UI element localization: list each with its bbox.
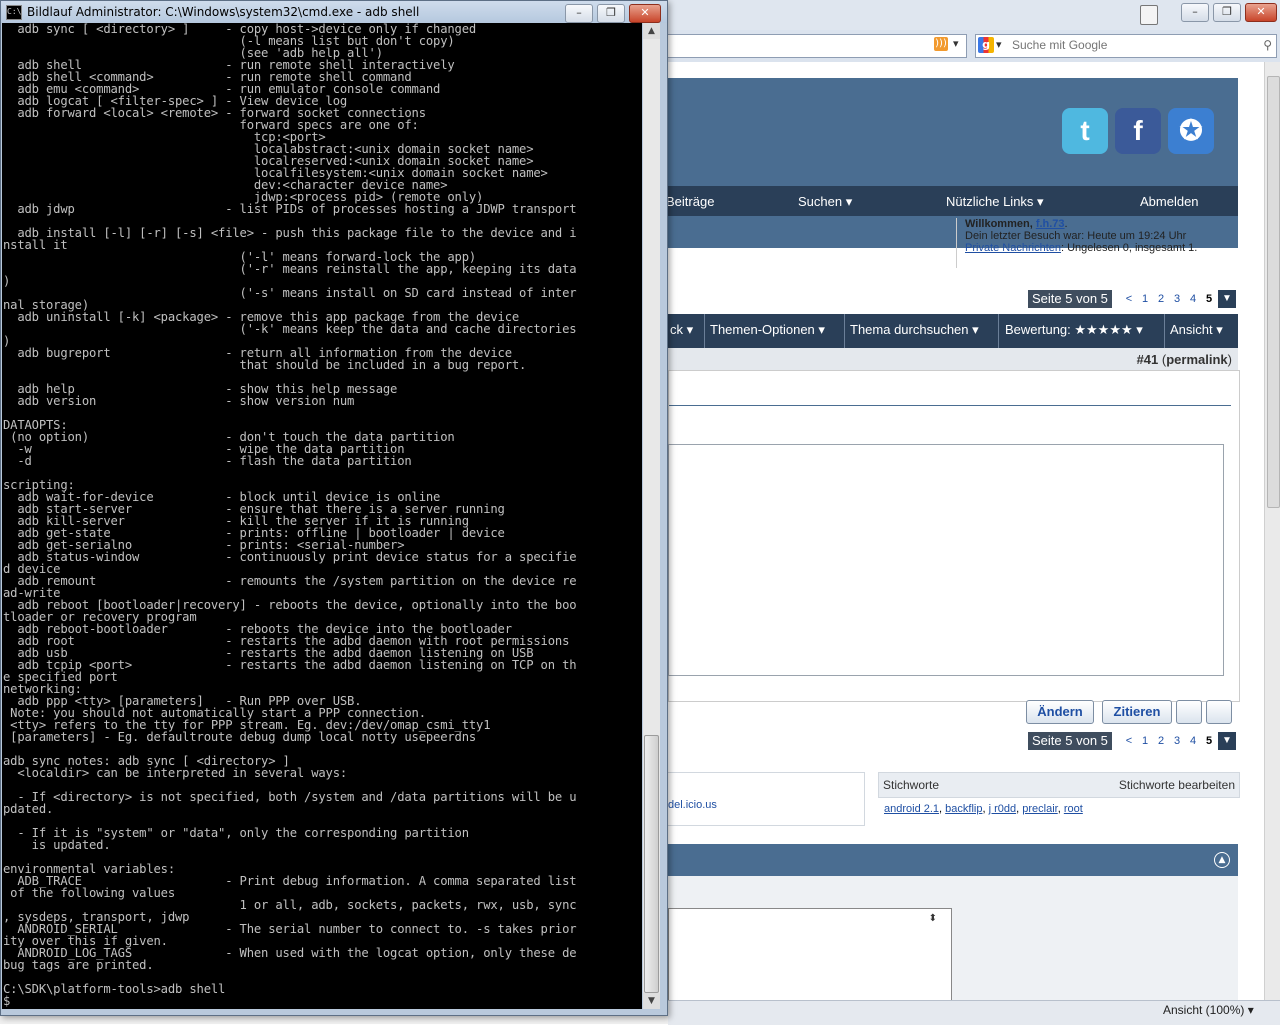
welcome-prefix: Willkommen, (965, 218, 1036, 230)
pager-prev[interactable]: < (1122, 734, 1136, 748)
cmd-titlebar[interactable]: C:\ Bildlauf Administrator: C:\Windows\s… (1, 1, 667, 23)
quick-reply-icon[interactable] (1206, 700, 1232, 724)
search-icon[interactable]: ⚲ (1263, 38, 1272, 52)
forum-nav-bar: Beiträge Suchen ▾ Nützliche Links ▾ Abme… (668, 186, 1238, 216)
pager-bottom: Seite 5 von 5 < 1 2 3 4 5 ▼ (1028, 732, 1238, 750)
quote-button[interactable]: Zitieren (1102, 700, 1172, 724)
thread-tool-search[interactable]: Thema durchsuchen ▾ (850, 322, 979, 338)
pager-page-5: 5 (1202, 292, 1216, 306)
browser-scrollbar-thumb[interactable] (1267, 76, 1280, 508)
welcome-suffix: . (1064, 218, 1068, 230)
pager-page-2[interactable]: 2 (1154, 734, 1168, 748)
google-icon[interactable]: g (978, 37, 994, 53)
rss-icon[interactable]: ))) (934, 37, 948, 51)
thread-tool-view[interactable]: Ansicht ▾ (1170, 322, 1223, 338)
zoom-control[interactable]: Ansicht (100%) ▾ (1163, 1003, 1254, 1017)
pager-menu-button[interactable]: ▼ (1218, 732, 1236, 750)
browser-minimize-button[interactable]: – (1181, 3, 1209, 22)
twitter-icon[interactable]: t (1062, 108, 1108, 154)
permalink-link[interactable]: permalink (1166, 352, 1227, 367)
pager-page-3[interactable]: 3 (1170, 292, 1184, 306)
tags-list: android 2.1, backflip, j r0dd, preclair,… (884, 803, 1083, 815)
forum-page: t f ✪ Beiträge Suchen ▾ Nützliche Links … (668, 62, 1264, 1000)
tag-link[interactable]: j r0dd (989, 803, 1017, 815)
pager-page-4[interactable]: 4 (1186, 292, 1200, 306)
browser-titlebar: – ❐ ✕ (668, 0, 1280, 30)
pager-page-2[interactable]: 2 (1154, 292, 1168, 306)
browser-scrollbar[interactable] (1264, 62, 1280, 1000)
cmd-close-button[interactable]: ✕ (629, 4, 661, 23)
tag-link[interactable]: backflip (945, 803, 982, 815)
private-messages-link[interactable]: Private Nachrichten (965, 242, 1061, 254)
thread-tool-options[interactable]: Themen-Optionen ▾ (710, 322, 825, 338)
pager-label: Seite 5 von 5 (1028, 290, 1112, 308)
quick-reply-box[interactable] (668, 444, 1224, 676)
pager-page-1[interactable]: 1 (1138, 734, 1152, 748)
social-bookmarks: del.icio.us (668, 772, 865, 826)
select-arrows-icon[interactable]: ⬍ (929, 913, 937, 924)
private-messages-status: : Ungelesen 0, insgesamt 1. (1061, 242, 1198, 254)
console-output[interactable]: adb sync [ <directory> ] - copy host->de… (2, 23, 642, 1009)
pager-page-3[interactable]: 3 (1170, 734, 1184, 748)
post-divider (669, 405, 1231, 406)
facebook-icon[interactable]: f (1115, 108, 1161, 154)
divider (844, 314, 845, 348)
pager-page-4[interactable]: 4 (1186, 734, 1200, 748)
username-link[interactable]: f.h.73 (1036, 218, 1065, 230)
tags-header: Stichworte Stichworte bearbeiten (878, 772, 1240, 798)
tag-link[interactable]: android 2.1 (884, 803, 939, 815)
browser-maximize-button[interactable]: ❐ (1213, 3, 1241, 22)
divider (704, 314, 705, 348)
multi-quote-icon[interactable] (1176, 700, 1202, 724)
scroll-up-icon[interactable]: ▲ (643, 23, 660, 39)
cmd-title: Bildlauf Administrator: C:\Windows\syste… (27, 5, 420, 19)
pager-top: Seite 5 von 5 < 1 2 3 4 5 ▼ (1028, 290, 1238, 308)
delicious-link[interactable]: del.icio.us (668, 799, 717, 811)
nav-suchen[interactable]: Suchen ▾ (798, 194, 852, 210)
search-engine-dropdown-icon[interactable]: ▾ (996, 38, 1002, 51)
post-number-wrap: #41 (permalink) (1136, 352, 1232, 367)
scroll-down-icon[interactable]: ▼ (643, 993, 660, 1009)
cmd-window: C:\ Bildlauf Administrator: C:\Windows\s… (0, 0, 668, 1016)
cmd-maximize-button[interactable]: ❐ (597, 4, 625, 23)
cmd-scrollbar[interactable]: ▲ ▼ (643, 23, 660, 1009)
pager-page-5: 5 (1202, 734, 1216, 748)
nav-nuetzliche-links[interactable]: Nützliche Links ▾ (946, 194, 1044, 210)
edit-button[interactable]: Ändern (1026, 700, 1094, 724)
nav-abmelden[interactable]: Abmelden (1140, 194, 1199, 209)
thread-tools-bar: ck ▾ Themen-Optionen ▾ Thema durchsuchen… (668, 314, 1238, 348)
thread-tool-rating[interactable]: Bewertung: ★★★★★ ▾ (1005, 322, 1143, 338)
section-header: ▲ (668, 844, 1238, 876)
tag-link[interactable]: preclair (1022, 803, 1057, 815)
address-bar[interactable] (668, 34, 967, 58)
cmd-scrollbar-thumb[interactable] (644, 735, 659, 993)
android-icon[interactable]: ✪ (1168, 108, 1214, 154)
tag-link[interactable]: root (1064, 803, 1083, 815)
last-visit-text: Dein letzter Besuch war: Heute um 19:24 … (965, 230, 1187, 242)
post-number: #41 (1136, 352, 1159, 367)
post-header: #41 (permalink) (668, 348, 1238, 370)
browser-close-button[interactable]: ✕ (1245, 3, 1277, 22)
pager-page-1[interactable]: 1 (1138, 292, 1152, 306)
pager-label: Seite 5 von 5 (1028, 732, 1112, 750)
select-list[interactable]: ⬍ (668, 908, 952, 1000)
cmd-minimize-button[interactable]: – (565, 4, 593, 23)
edit-tags-link[interactable]: Stichworte bearbeiten (1119, 778, 1235, 792)
nav-beitraege[interactable]: Beiträge (668, 194, 714, 209)
thread-tool-back[interactable]: ck ▾ (670, 322, 693, 338)
pager-menu-button[interactable]: ▼ (1218, 290, 1236, 308)
tags-title: Stichworte (883, 778, 940, 792)
pager-prev[interactable]: < (1122, 292, 1136, 306)
rss-dropdown-icon[interactable]: ▾ (953, 37, 959, 50)
collapse-icon[interactable]: ▲ (1214, 852, 1230, 868)
search-input[interactable] (1012, 37, 1242, 53)
search-bar[interactable]: g ▾ ⚲ (975, 34, 1277, 58)
console-text: adb sync [ <directory> ] - copy host->de… (3, 23, 577, 1008)
divider (1164, 314, 1165, 348)
recycle-bin-icon[interactable] (1140, 5, 1158, 25)
cmd-icon[interactable]: C:\ (6, 5, 22, 20)
divider (998, 314, 999, 348)
welcome-box: Willkommen, f.h.73. Dein letzter Besuch … (956, 218, 1247, 268)
